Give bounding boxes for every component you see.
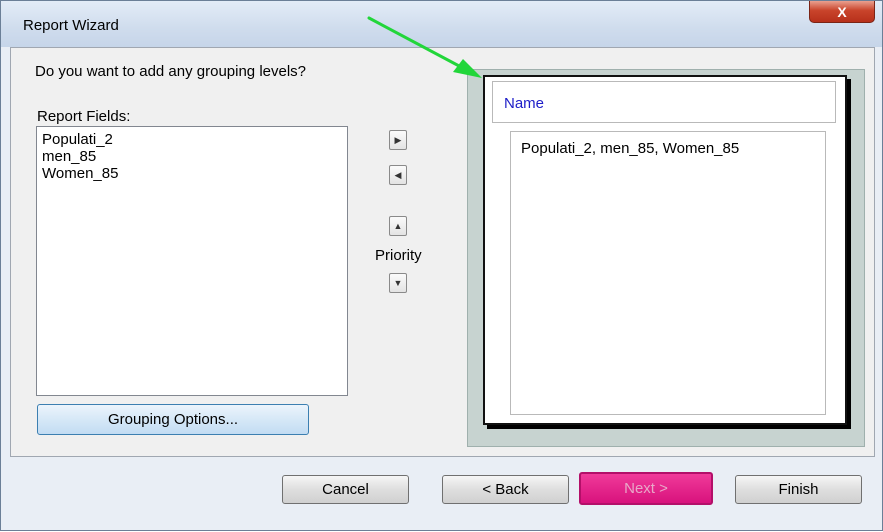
- finish-button[interactable]: Finish: [735, 475, 862, 504]
- chevron-right-icon: ▶: [394, 134, 402, 145]
- move-left-button[interactable]: ◀: [389, 165, 407, 185]
- priority-down-button[interactable]: ▼: [389, 273, 407, 293]
- detail-box: Populati_2, men_85, Women_85: [510, 131, 826, 415]
- group-header-label: Name: [504, 95, 545, 112]
- report-fields-list[interactable]: Populati_2 men_85 Women_85: [36, 126, 348, 396]
- title-bar: Report Wizard X: [1, 1, 882, 47]
- list-item[interactable]: Women_85: [42, 165, 342, 182]
- back-button[interactable]: < Back: [442, 475, 569, 504]
- priority-label: Priority: [375, 247, 422, 264]
- grouping-options-button[interactable]: Grouping Options...: [37, 404, 309, 435]
- list-item[interactable]: men_85: [42, 148, 342, 165]
- move-right-button[interactable]: ▶: [389, 130, 407, 150]
- wizard-question: Do you want to add any grouping levels?: [35, 63, 307, 80]
- report-fields-label: Report Fields:: [37, 108, 131, 125]
- report-wizard-window: Report Wizard X Do you want to add any g…: [0, 0, 883, 531]
- arrow-up-icon: ▲: [393, 221, 403, 231]
- close-button[interactable]: X: [809, 1, 875, 23]
- wizard-body: Do you want to add any grouping levels? …: [10, 47, 875, 457]
- chevron-left-icon: ◀: [394, 169, 402, 180]
- next-button[interactable]: Next >: [579, 472, 713, 505]
- detail-fields-text: Populati_2, men_85, Women_85: [521, 140, 740, 157]
- arrow-down-icon: ▼: [393, 278, 403, 288]
- group-header-box: Name: [492, 81, 836, 123]
- cancel-button[interactable]: Cancel: [282, 475, 409, 504]
- close-icon: X: [837, 3, 847, 20]
- list-item[interactable]: Populati_2: [42, 131, 342, 148]
- report-preview: Name Populati_2, men_85, Women_85: [483, 75, 847, 425]
- window-title: Report Wizard: [23, 17, 119, 34]
- priority-up-button[interactable]: ▲: [389, 216, 407, 236]
